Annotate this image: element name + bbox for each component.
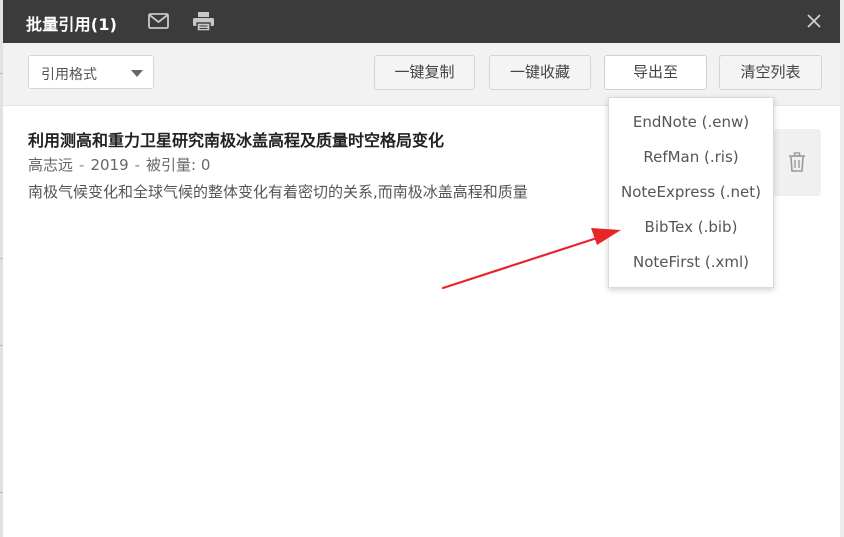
- export-option-notefirst[interactable]: NoteFirst (.xml): [609, 245, 773, 280]
- clear-list-button[interactable]: 清空列表: [719, 55, 822, 90]
- export-menu: EndNote (.enw) RefMan (.ris) NoteExpress…: [608, 97, 774, 288]
- item-author[interactable]: 高志远: [28, 156, 73, 174]
- dialog-title: 批量引用(1): [26, 15, 118, 34]
- export-to-button[interactable]: 导出至: [604, 55, 707, 90]
- collect-all-button[interactable]: 一键收藏: [489, 55, 591, 90]
- item-year: 2019: [90, 156, 129, 174]
- print-icon[interactable]: [192, 11, 215, 32]
- export-option-refman[interactable]: RefMan (.ris): [609, 140, 773, 175]
- item-description: 南极气候变化和全球气候的整体变化有着密切的关系,而南极冰盖高程和质量: [28, 183, 528, 201]
- export-option-endnote[interactable]: EndNote (.enw): [609, 105, 773, 140]
- chevron-down-icon: [131, 70, 143, 77]
- dialog-titlebar: 批量引用(1): [3, 0, 840, 43]
- batch-citation-dialog: 批量引用(1) 引用格式 一键复制 一键收藏 导出至 清空列表 利用测高和重力卫…: [3, 0, 840, 537]
- citation-format-select[interactable]: 引用格式: [28, 55, 154, 89]
- item-citations: 被引量: 0: [146, 156, 211, 174]
- item-title[interactable]: 利用测高和重力卫星研究南极冰盖高程及质量时空格局变化: [28, 127, 444, 151]
- mail-icon[interactable]: [148, 13, 169, 29]
- right-window-edge: [840, 0, 844, 537]
- delete-item-button[interactable]: [773, 129, 821, 196]
- trash-icon: [789, 152, 805, 172]
- copy-all-button[interactable]: 一键复制: [374, 55, 475, 90]
- export-option-noteexpress[interactable]: NoteExpress (.net): [609, 175, 773, 210]
- export-option-bibtex[interactable]: BibTex (.bib): [609, 210, 773, 245]
- close-icon[interactable]: [806, 13, 822, 29]
- item-meta: 高志远 -2019- 被引量: 0: [28, 156, 211, 174]
- citation-format-value: 引用格式: [41, 67, 97, 83]
